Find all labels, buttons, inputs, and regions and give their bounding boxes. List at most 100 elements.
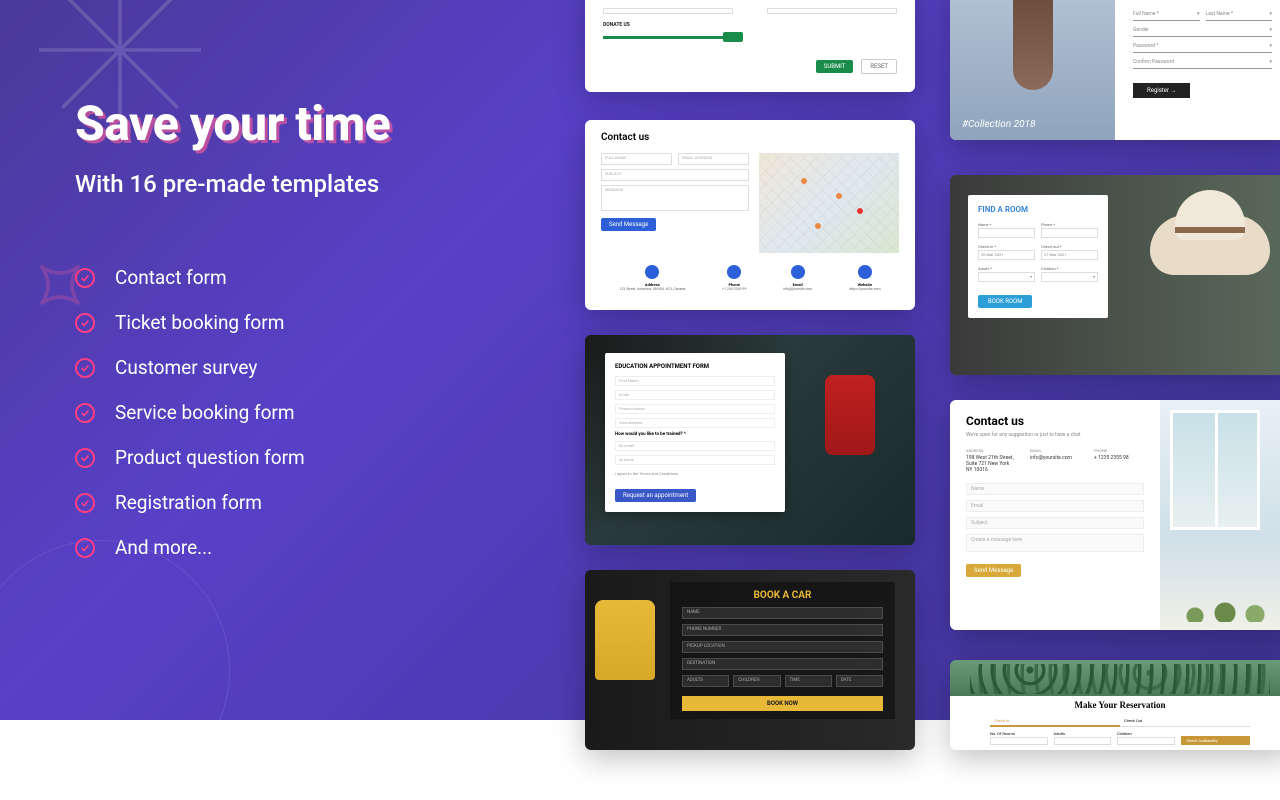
- registration-title: REGISTRATION FORM: [1133, 0, 1272, 1]
- feature-item: Contact form: [75, 266, 530, 289]
- window-photo: [1160, 400, 1280, 630]
- subject-input[interactable]: SUBJECT: [601, 169, 749, 181]
- confirm-password-field[interactable]: Confirm Password: [1133, 59, 1272, 69]
- gender-field[interactable]: Gender: [1133, 27, 1272, 37]
- children-field[interactable]: Children: [1117, 731, 1175, 745]
- car-name-input[interactable]: NAME: [682, 607, 883, 619]
- tab-checkout[interactable]: Check Out: [1120, 716, 1250, 727]
- check-icon: [75, 493, 95, 513]
- option-home[interactable]: At home: [615, 455, 775, 465]
- pickup-input[interactable]: PICKUP LOCATION: [682, 641, 883, 653]
- feature-item: Service booking form: [75, 401, 530, 424]
- checkout-input[interactable]: 27 Mar 2021: [1041, 250, 1098, 260]
- page-subheadline: With 16 pre-made templates: [75, 170, 530, 198]
- book-room-button[interactable]: BOOK ROOM: [978, 295, 1032, 308]
- template-contact-form-map: Contact us FULL NAME EMAIL ADDRESS SUBJEC…: [585, 120, 915, 310]
- training-question: How would you like to be trained? *: [615, 432, 775, 437]
- reset-button[interactable]: RESET: [861, 59, 897, 74]
- info-address: ADDRESS198 West 21th Street, Suite 721 N…: [966, 448, 1016, 473]
- phone-input[interactable]: Phone number: [615, 404, 775, 414]
- request-appointment-button[interactable]: Request an appointment: [615, 489, 696, 502]
- adults-field[interactable]: Adults: [1054, 731, 1112, 745]
- feature-label: Contact form: [115, 266, 227, 289]
- left-panel: Save your time With 16 pre-made template…: [0, 0, 560, 720]
- template-donation-form: PHONE NUMBER *PAYABLE AT DONATE US SUBMI…: [585, 0, 915, 92]
- check-icon: [75, 448, 95, 468]
- register-button[interactable]: Register →: [1133, 83, 1190, 98]
- check-icon: [75, 268, 95, 288]
- firstname-input[interactable]: First Name: [615, 376, 775, 386]
- contact-subtitle: We're open for any suggestion or just to…: [966, 432, 1144, 438]
- location-icon: [645, 265, 659, 279]
- contact-map[interactable]: [759, 153, 899, 253]
- message-input[interactable]: Create a message here: [966, 534, 1144, 552]
- send-message-button[interactable]: Send Message: [601, 218, 656, 231]
- donation-slider[interactable]: [603, 36, 743, 39]
- contact-phone: Phone+1 235 2355 99: [722, 265, 746, 291]
- subject-input[interactable]: Subject: [966, 517, 1144, 529]
- taxi-photo: [595, 600, 655, 680]
- terms-checkbox[interactable]: I agree to the Terms and Conditions: [615, 471, 775, 476]
- phone-input[interactable]: [603, 8, 733, 14]
- info-phone: PHONE+ 1235 2355 98: [1094, 448, 1144, 473]
- destination-input[interactable]: DESTINATION: [682, 658, 883, 670]
- send-message-button[interactable]: Send Message: [966, 564, 1021, 577]
- address-input[interactable]: Your address: [615, 418, 775, 428]
- phone-icon: [727, 265, 741, 279]
- feature-label: Service booking form: [115, 401, 295, 424]
- car-adults-select[interactable]: ADULTS: [682, 675, 729, 687]
- feature-item: Product question form: [75, 446, 530, 469]
- submit-button[interactable]: SUBMIT: [816, 60, 854, 73]
- children-select[interactable]: [1041, 272, 1098, 282]
- features-list: Contact form Ticket booking form Custome…: [75, 266, 530, 559]
- email-input[interactable]: EMAIL ADDRESS: [678, 153, 749, 165]
- reservation-title: Make Your Reservation: [990, 700, 1250, 710]
- hat-photo: [1150, 185, 1270, 275]
- option-email[interactable]: By email: [615, 441, 775, 451]
- checkin-input[interactable]: 20 Mar 2021: [978, 250, 1035, 260]
- registration-photo: #Collection 2018: [950, 0, 1115, 140]
- feature-item: Customer survey: [75, 356, 530, 379]
- template-reservation: Make Your Reservation Check InCheck Out …: [950, 660, 1280, 750]
- globe-icon: [858, 265, 872, 279]
- car-time-select[interactable]: TIME: [785, 675, 832, 687]
- fullname-input[interactable]: FULL NAME: [601, 153, 672, 165]
- payable-input[interactable]: [767, 8, 897, 14]
- car-phone-input[interactable]: PHONE NUMBER: [682, 624, 883, 636]
- fullname-field[interactable]: Full Name *: [1133, 11, 1200, 21]
- car-children-select[interactable]: CHILDREN: [733, 675, 780, 687]
- phone-input[interactable]: [1041, 228, 1098, 238]
- name-input[interactable]: [978, 228, 1035, 238]
- check-icon: [75, 538, 95, 558]
- contact-website: Websitehttps://yoursite.com: [849, 265, 881, 291]
- book-now-button[interactable]: BOOK NOW: [682, 696, 883, 711]
- name-input[interactable]: Name: [966, 483, 1144, 495]
- feature-label: Customer survey: [115, 356, 257, 379]
- message-input[interactable]: MESSAGE: [601, 185, 749, 211]
- car-date-select[interactable]: DATE: [836, 675, 883, 687]
- find-room-title: FIND A ROOM: [978, 205, 1098, 214]
- email-input[interactable]: Email: [615, 390, 775, 400]
- email-input[interactable]: Email: [966, 500, 1144, 512]
- template-find-room: FIND A ROOM Name *Phone * Check-in *20 M…: [950, 175, 1280, 375]
- lastname-field[interactable]: Last Name *: [1206, 11, 1273, 21]
- check-availability-button[interactable]: Check Availability: [1181, 736, 1251, 745]
- templates-gallery: PHONE NUMBER *PAYABLE AT DONATE US SUBMI…: [560, 0, 1280, 720]
- feature-item: And more...: [75, 536, 530, 559]
- palm-photo: [970, 664, 1270, 694]
- feature-label: Product question form: [115, 446, 305, 469]
- contact-address: Address123 Street, Antartica, ON N3L 6C3…: [619, 265, 685, 291]
- adults-select[interactable]: [978, 272, 1035, 282]
- collection-tag: #Collection 2018: [962, 119, 1035, 130]
- feature-item: Ticket booking form: [75, 311, 530, 334]
- template-education-appointment: EDUCATION APPOINTMENT FORM First Name Em…: [585, 335, 915, 545]
- appointment-title: EDUCATION APPOINTMENT FORM: [615, 363, 775, 370]
- contact-title: Contact us: [601, 132, 899, 143]
- rooms-field[interactable]: No. Of Rooms: [990, 731, 1048, 745]
- tab-checkin[interactable]: Check In: [990, 716, 1120, 727]
- check-icon: [75, 358, 95, 378]
- feature-label: And more...: [115, 536, 212, 559]
- password-field[interactable]: Password *: [1133, 43, 1272, 53]
- feature-label: Registration form: [115, 491, 262, 514]
- feature-label: Ticket booking form: [115, 311, 284, 334]
